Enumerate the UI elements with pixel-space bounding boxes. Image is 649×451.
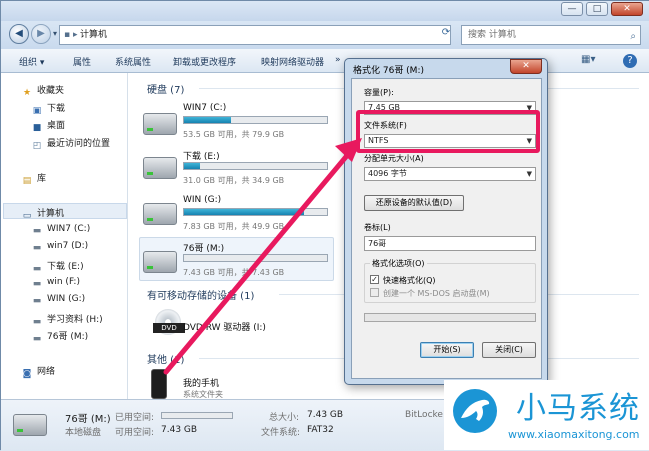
watermark-logo: 小马系统 www.xiaomaxitong.com xyxy=(444,380,649,450)
arrow-shaft xyxy=(163,149,353,375)
arrow-head xyxy=(335,138,362,162)
horse-logo-icon xyxy=(453,389,497,433)
watermark-url: www.xiaomaxitong.com xyxy=(508,428,640,441)
watermark-brand: 小马系统 xyxy=(516,391,640,426)
